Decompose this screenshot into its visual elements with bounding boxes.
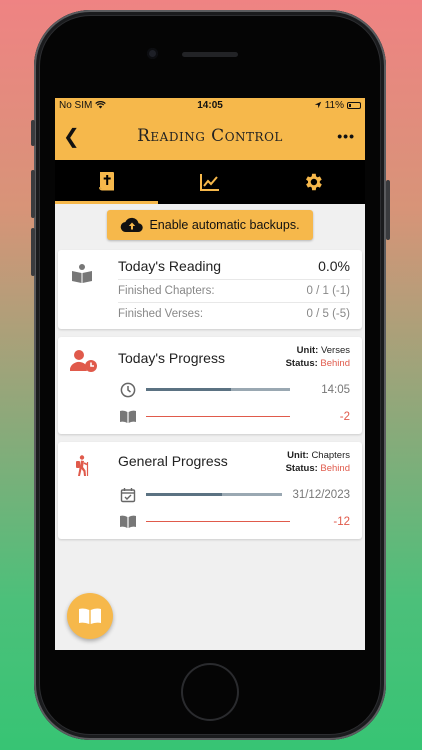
general-progress-unit-status: Unit: Chapters Status: Behind <box>286 449 350 475</box>
read-book-fab[interactable] <box>67 593 113 639</box>
finished-chapters-row: Finished Chapters: 0 / 1 (-1) <box>118 279 350 302</box>
open-book-icon <box>120 515 136 528</box>
tab-bar <box>55 160 365 204</box>
tab-settings[interactable] <box>262 160 365 204</box>
finished-chapters-value: 0 / 1 (-1) <box>306 285 350 297</box>
general-progress-title: General Progress <box>118 453 228 469</box>
app-screen: No SIM 14:05 11% ❮ Reading Control ••• E… <box>55 98 365 650</box>
status-value: Behind <box>320 463 350 474</box>
volume-up-button <box>31 170 35 218</box>
reading-progress-bar <box>146 415 290 418</box>
general-progress-card[interactable]: General Progress Unit: Chapters Status: … <box>58 442 362 539</box>
time-progress-row: 14:05 <box>118 376 350 403</box>
gear-icon <box>306 173 323 191</box>
status-bar: No SIM 14:05 11% <box>55 98 365 112</box>
more-options-icon[interactable]: ••• <box>337 128 355 144</box>
date-progress-row: 31/12/2023 <box>118 481 350 508</box>
chapters-progress-bar <box>146 520 290 523</box>
date-progress-bar <box>146 493 283 496</box>
backup-label: Enable automatic backups. <box>149 218 300 232</box>
clock: 14:05 <box>197 99 223 111</box>
time-progress-bar <box>146 388 290 391</box>
hiking-icon <box>76 455 89 476</box>
main-content: Enable automatic backups. Today's Readin… <box>55 204 365 539</box>
unit-label: Unit: <box>296 345 319 356</box>
location-icon <box>314 101 321 109</box>
clock-icon <box>120 382 136 397</box>
todays-progress-title: Today's Progress <box>118 350 225 366</box>
tab-reading[interactable] <box>55 160 159 204</box>
volume-down-button <box>31 228 35 276</box>
todays-reading-title: Today's Reading <box>118 258 222 274</box>
finished-verses-row: Finished Verses: 0 / 5 (-5) <box>118 302 350 325</box>
front-camera <box>147 48 158 59</box>
app-bar: ❮ Reading Control ••• <box>55 112 365 160</box>
battery-icon <box>346 101 361 109</box>
status-value: Behind <box>320 358 350 369</box>
unit-value: Verses <box>320 345 350 356</box>
unit-value: Chapters <box>311 450 350 461</box>
page-title: Reading Control <box>137 126 283 146</box>
reading-progress-row: -2 <box>118 403 350 430</box>
todays-progress-card[interactable]: Today's Progress Unit: Verses Status: Be… <box>58 337 362 434</box>
unit-label: Unit: <box>287 450 309 461</box>
back-arrow-icon[interactable]: ❮ <box>63 124 80 149</box>
time-value: 14:05 <box>321 383 350 396</box>
chapters-value: -12 <box>333 515 350 528</box>
enable-backups-button[interactable]: Enable automatic backups. <box>107 210 313 240</box>
chart-line-icon <box>199 174 219 191</box>
carrier-label: No SIM <box>59 99 93 111</box>
todays-reading-percent: 0.0% <box>318 258 350 274</box>
battery-percent: 11% <box>324 99 344 111</box>
date-progress-fill <box>146 493 223 496</box>
finished-verses-value: 0 / 5 (-5) <box>306 308 350 320</box>
open-book-icon <box>120 410 136 423</box>
finished-verses-label: Finished Verses: <box>118 308 204 320</box>
status-label: Status: <box>285 463 318 474</box>
reading-person-icon <box>72 264 92 283</box>
date-value: 31/12/2023 <box>292 488 350 501</box>
tab-statistics[interactable] <box>158 160 261 204</box>
calendar-check-icon <box>120 487 136 502</box>
status-label: Status: <box>285 358 318 369</box>
finished-chapters-label: Finished Chapters: <box>118 285 215 297</box>
earpiece-speaker <box>182 52 238 57</box>
open-book-icon <box>79 608 101 624</box>
todays-progress-unit-status: Unit: Verses Status: Behind <box>286 344 350 370</box>
power-button <box>386 180 390 240</box>
cloud-upload-icon <box>121 217 144 233</box>
reading-value: -2 <box>339 410 350 423</box>
bible-book-icon <box>98 171 114 190</box>
time-progress-fill <box>146 388 231 391</box>
wifi-icon <box>95 101 107 109</box>
home-button[interactable] <box>183 665 237 719</box>
mute-switch <box>31 120 35 146</box>
user-clock-icon <box>70 350 97 372</box>
chapters-progress-row: -12 <box>118 508 350 535</box>
todays-reading-card[interactable]: Today's Reading 0.0% Finished Chapters: … <box>58 250 362 329</box>
